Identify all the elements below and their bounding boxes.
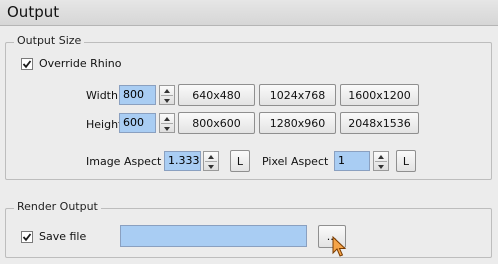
width-input[interactable]: 800 — [119, 85, 156, 105]
height-input[interactable]: 600 — [119, 113, 156, 133]
pixel-aspect-spinner[interactable] — [373, 151, 389, 171]
spin-down-icon[interactable] — [374, 162, 388, 171]
check-icon — [22, 233, 32, 242]
mouse-cursor-icon — [332, 236, 347, 257]
save-file-checkbox[interactable] — [21, 231, 33, 243]
override-rhino-checkbox[interactable] — [21, 58, 33, 70]
spin-down-icon[interactable] — [160, 124, 174, 133]
output-size-legend: Output Size — [14, 34, 85, 47]
override-rhino-label: Override Rhino — [39, 57, 122, 70]
spin-up-icon[interactable] — [160, 86, 174, 95]
output-path-input[interactable] — [120, 225, 307, 247]
panel-title-bar: Output — [0, 0, 498, 26]
check-icon — [22, 60, 32, 69]
image-aspect-spinner[interactable] — [203, 151, 219, 171]
panel-title: Output — [7, 3, 60, 21]
image-aspect-lock-button[interactable]: L — [230, 150, 250, 172]
preset-1600x1200-button[interactable]: 1600x1200 — [340, 84, 419, 106]
preset-800x600-button[interactable]: 800x600 — [178, 112, 255, 134]
height-label: Height — [86, 118, 123, 131]
preset-1280x960-button[interactable]: 1280x960 — [259, 112, 336, 134]
pixel-aspect-label: Pixel Aspect — [262, 155, 329, 168]
spin-down-icon[interactable] — [204, 162, 218, 171]
preset-640x480-button[interactable]: 640x480 — [178, 84, 255, 106]
width-spinner[interactable] — [159, 85, 175, 105]
image-aspect-input[interactable]: 1.333 — [164, 151, 201, 171]
pixel-aspect-lock-button[interactable]: L — [396, 150, 416, 172]
spin-up-icon[interactable] — [374, 152, 388, 161]
save-file-label: Save file — [39, 230, 87, 243]
height-spinner[interactable] — [159, 113, 175, 133]
spin-up-icon[interactable] — [204, 152, 218, 161]
spin-down-icon[interactable] — [160, 96, 174, 105]
preset-1024x768-button[interactable]: 1024x768 — [259, 84, 336, 106]
preset-2048x1536-button[interactable]: 2048x1536 — [340, 112, 419, 134]
width-label: Width — [86, 89, 118, 102]
pixel-aspect-input[interactable]: 1 — [334, 151, 370, 171]
spin-up-icon[interactable] — [160, 114, 174, 123]
render-output-legend: Render Output — [14, 200, 101, 213]
image-aspect-label: Image Aspect — [86, 155, 162, 168]
